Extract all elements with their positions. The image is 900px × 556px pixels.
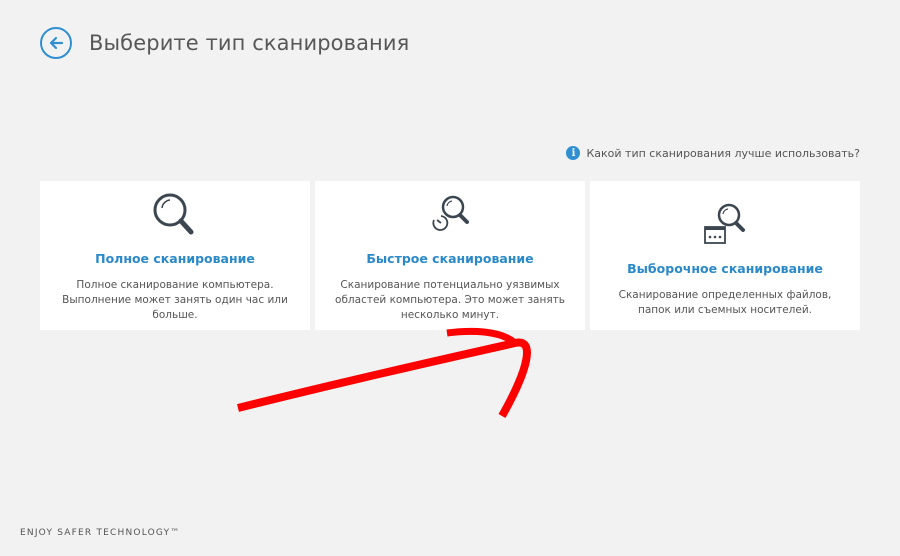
back-button[interactable] xyxy=(40,27,72,59)
help-link-text: Какой тип сканирования лучше использоват… xyxy=(586,146,860,160)
magnifier-clock-icon xyxy=(420,187,480,247)
scan-options: Полное сканирование Полное сканирование … xyxy=(40,181,860,330)
magnifier-drive-icon xyxy=(695,195,755,255)
scan-type-page: Выберите тип сканирования i Какой тип ск… xyxy=(0,0,900,556)
magnifier-icon xyxy=(145,187,205,247)
info-icon: i xyxy=(566,146,581,160)
page-title: Выберите тип сканирования xyxy=(89,31,410,55)
custom-scan-title: Выборочное сканирование xyxy=(627,261,823,276)
footer-slogan: ENJOY SAFER TECHNOLOGY™ xyxy=(20,528,181,538)
full-scan-card[interactable]: Полное сканирование Полное сканирование … xyxy=(40,181,310,330)
full-scan-description: Полное сканирование компьютера. Выполнен… xyxy=(62,279,288,321)
quick-scan-card[interactable]: Быстрое сканирование Сканирование потенц… xyxy=(315,181,585,330)
header: Выберите тип сканирования xyxy=(40,27,409,59)
arrow-left-icon xyxy=(49,36,64,50)
custom-scan-card[interactable]: Выборочное сканирование Сканирование опр… xyxy=(590,181,860,330)
help-link[interactable]: i Какой тип сканирования лучше использов… xyxy=(566,146,860,160)
full-scan-title: Полное сканирование xyxy=(95,251,255,266)
quick-scan-title: Быстрое сканирование xyxy=(366,251,534,266)
quick-scan-description: Сканирование потенциально уязвимых облас… xyxy=(335,279,565,321)
custom-scan-description: Сканирование определенных файлов, папок … xyxy=(618,289,832,316)
